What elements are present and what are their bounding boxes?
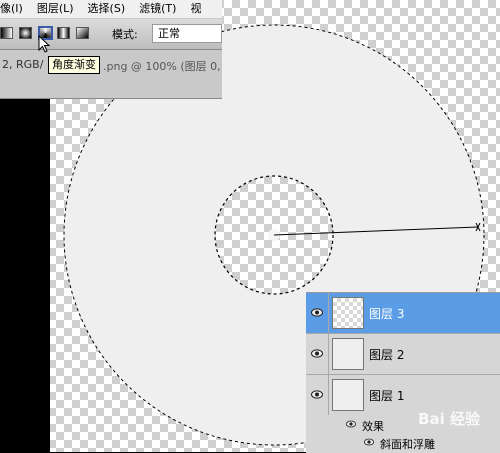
bevel-emboss-label: 斜面和浮雕 <box>380 438 435 451</box>
visibility-toggle[interactable] <box>306 293 329 333</box>
eye-icon <box>311 390 323 399</box>
diamond-gradient-icon[interactable] <box>76 27 89 39</box>
menu-bar: 像(I) 图层(L) 选择(S) 滤镜(T) 视 <box>0 0 222 19</box>
eye-icon <box>311 349 323 358</box>
document-mode-text: 2, RGB/ <box>2 58 44 71</box>
reflected-gradient-icon[interactable] <box>57 27 70 39</box>
layer-thumbnail <box>332 379 364 411</box>
menu-layer[interactable]: 图层(L) <box>30 0 81 18</box>
document-tab-title[interactable]: .png @ 100% (图层 0, R <box>103 58 222 74</box>
gradient-tooltip: 角度渐变 <box>48 56 100 74</box>
eye-icon <box>311 308 323 317</box>
radial-gradient-icon[interactable] <box>19 27 32 39</box>
layer-row[interactable]: 图层 3 <box>306 293 500 334</box>
layer-thumbnail <box>332 338 364 370</box>
eye-icon <box>346 420 356 428</box>
visibility-toggle[interactable] <box>306 375 329 415</box>
menu-filter[interactable]: 滤镜(T) <box>132 0 183 18</box>
layer-name: 图层 3 <box>369 307 405 321</box>
eye-icon <box>364 438 374 446</box>
layer-thumbnail <box>332 297 364 329</box>
menu-select[interactable]: 选择(S) <box>81 0 133 18</box>
layer-name: 图层 1 <box>369 389 405 403</box>
menu-image[interactable]: 像(I) <box>0 0 30 18</box>
menu-view[interactable]: 视 <box>183 0 208 18</box>
layer-row[interactable]: 图层 2 <box>306 334 500 375</box>
linear-gradient-icon[interactable] <box>0 27 13 39</box>
effects-label: 效果 <box>362 420 384 433</box>
mode-label: 模式: <box>112 28 138 41</box>
watermark-logo: Bai 经验 <box>418 410 480 428</box>
mode-select[interactable]: 正常 <box>152 24 222 43</box>
tool-options-bar: 模式: 正常 <box>0 19 222 50</box>
layer-name: 图层 2 <box>369 348 405 362</box>
effect-item-row[interactable]: 斜面和浮雕 <box>306 433 500 453</box>
visibility-toggle[interactable] <box>306 334 329 374</box>
document-tab-bar: 2, RGB/ .png @ 100% (图层 0, R <box>0 50 222 99</box>
mouse-pointer-icon <box>38 35 50 53</box>
